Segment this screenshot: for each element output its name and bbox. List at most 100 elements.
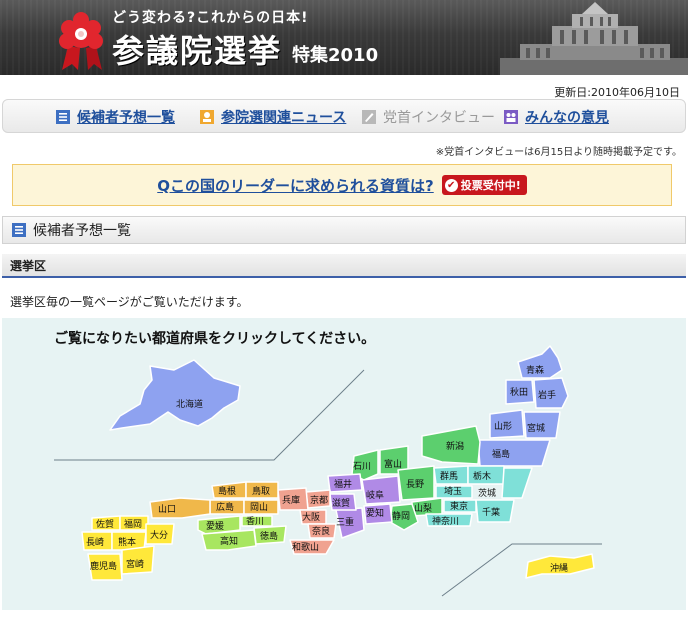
svg-text:香川: 香川 [246, 516, 264, 527]
svg-text:愛媛: 愛媛 [206, 520, 224, 532]
pref-okayama[interactable]: 岡山 [243, 499, 279, 515]
intro-text: 選挙区毎の一覧ページがご覧いただけます。 [10, 295, 249, 309]
nav-news-link[interactable]: 参院選関連ニュース [199, 108, 346, 126]
pref-kagoshima[interactable]: 鹿児島 [87, 553, 123, 581]
nav-opinion-label: みんなの意見 [525, 110, 609, 126]
svg-text:北海道: 北海道 [176, 398, 203, 410]
svg-text:栃木: 栃木 [473, 470, 491, 482]
pref-aomori[interactable]: 青森 [517, 345, 563, 379]
nav-opinion-link[interactable]: みんなの意見 [503, 108, 609, 126]
pref-saga[interactable]: 佐賀 [91, 515, 121, 531]
svg-text:福岡: 福岡 [124, 518, 142, 530]
banner-tagline: どう変わる?これからの日本! [112, 10, 309, 26]
svg-text:広島: 広島 [216, 501, 234, 513]
svg-text:東京: 東京 [450, 500, 468, 512]
banner-title: 参議院選挙 [112, 32, 283, 70]
svg-text:山口: 山口 [158, 504, 176, 515]
check-icon: ✔ [444, 178, 458, 192]
japan-map: 北海道 青森 秋田 岩手 山形 宮城 福島 新潟 石川 富山 長野 山梨 静岡 … [54, 345, 602, 597]
pref-osaka[interactable]: 大阪 [299, 509, 327, 525]
pref-shiga[interactable]: 滋賀 [329, 493, 357, 511]
pref-shimane[interactable]: 島根 [211, 481, 247, 499]
pref-kochi[interactable]: 高知 [201, 529, 257, 551]
news-icon [200, 110, 214, 124]
pref-hiroshima[interactable]: 広島 [209, 499, 245, 515]
vote-badge-label: 投票受付中! [460, 179, 521, 192]
pref-fukuoka[interactable]: 福岡 [119, 515, 149, 531]
pref-tochigi[interactable]: 栃木 [467, 465, 505, 485]
pref-yamagata[interactable]: 山形 [489, 409, 525, 439]
updated-date: 更新日:2010年06月10日 [554, 86, 680, 99]
interview-note: ※党首インタビューは6月15日より随時掲載予定です。 [435, 147, 682, 158]
svg-text:熊本: 熊本 [118, 536, 136, 548]
subsection-title: 選挙区 [10, 258, 47, 273]
svg-text:兵庫: 兵庫 [282, 494, 300, 506]
subsection-header: 選挙区 [2, 254, 686, 278]
pref-hokkaido[interactable]: 北海道 [109, 359, 241, 431]
pref-oita[interactable]: 大分 [145, 523, 175, 545]
pref-kanagawa[interactable]: 神奈川 [425, 513, 473, 527]
pref-fukui[interactable]: 福井 [327, 473, 363, 493]
vote-badge[interactable]: ✔ 投票受付中! [441, 175, 527, 195]
pref-fukushima[interactable]: 福島 [477, 439, 551, 467]
svg-text:新潟: 新潟 [446, 440, 464, 452]
svg-text:大阪: 大阪 [302, 511, 320, 523]
nav-candidates-label: 候補者予想一覧 [77, 110, 175, 126]
svg-text:青森: 青森 [526, 364, 544, 376]
svg-text:徳島: 徳島 [260, 530, 278, 542]
svg-text:大分: 大分 [150, 529, 168, 541]
diet-building-icon [500, 2, 688, 75]
pref-okinawa[interactable]: 沖縄 [525, 553, 595, 579]
pref-yamaguchi[interactable]: 山口 [149, 497, 211, 519]
main-nav: 候補者予想一覧 参院選関連ニュース 党首インタビュー みんなの意見 [2, 99, 686, 133]
svg-text:岐阜: 岐阜 [366, 489, 384, 501]
pref-kyoto[interactable]: 京都 [305, 489, 331, 509]
svg-text:群馬: 群馬 [440, 470, 458, 482]
pref-aichi[interactable]: 愛知 [363, 503, 393, 525]
svg-text:神奈川: 神奈川 [432, 515, 459, 527]
svg-text:和歌山: 和歌山 [292, 541, 319, 553]
question-link[interactable]: Qこの国のリーダーに求められる資質は? [157, 175, 433, 196]
svg-text:愛知: 愛知 [366, 507, 384, 519]
nav-candidates-link[interactable]: 候補者予想一覧 [55, 108, 175, 126]
svg-text:鳥取: 鳥取 [252, 485, 270, 497]
section-header: 候補者予想一覧 [2, 216, 686, 244]
svg-text:石川: 石川 [353, 462, 371, 472]
pref-niigata[interactable]: 新潟 [421, 425, 481, 465]
pref-tottori[interactable]: 鳥取 [245, 481, 279, 499]
site-banner: どう変わる?これからの日本! 参議院選挙 特集2010 [0, 0, 688, 75]
pref-akita[interactable]: 秋田 [505, 379, 535, 405]
pref-nara[interactable]: 奈良 [307, 523, 337, 539]
svg-text:宮崎: 宮崎 [126, 558, 144, 570]
pref-iwate[interactable]: 岩手 [533, 377, 569, 409]
nav-news-label: 参院選関連ニュース [221, 110, 347, 126]
pref-wakayama[interactable]: 和歌山 [289, 539, 335, 555]
pref-tokushima[interactable]: 徳島 [253, 525, 287, 545]
pref-gifu[interactable]: 岐阜 [361, 475, 401, 505]
svg-text:長崎: 長崎 [86, 536, 104, 548]
nav-interview-label: 党首インタビュー [383, 110, 495, 126]
svg-text:岡山: 岡山 [250, 502, 268, 513]
svg-text:千葉: 千葉 [482, 506, 500, 518]
pref-nagasaki[interactable]: 長崎 [81, 531, 113, 551]
svg-text:沖縄: 沖縄 [550, 562, 568, 574]
question-banner: Qこの国のリーダーに求められる資質は? ✔ 投票受付中! [12, 164, 672, 206]
svg-text:島根: 島根 [218, 485, 236, 497]
pref-shizuoka[interactable]: 静岡 [389, 503, 419, 531]
pref-miyagi[interactable]: 宮城 [523, 411, 561, 439]
opinion-icon [504, 110, 518, 124]
svg-text:秋田: 秋田 [510, 386, 528, 398]
pref-miyazaki[interactable]: 宮崎 [121, 545, 155, 575]
pref-saitama[interactable]: 埼玉 [435, 485, 473, 499]
svg-text:滋賀: 滋賀 [332, 497, 350, 509]
pref-gunma[interactable]: 群馬 [433, 465, 469, 485]
pref-tokyo[interactable]: 東京 [443, 499, 477, 513]
pref-kagawa[interactable]: 香川 [241, 515, 273, 527]
interview-icon [362, 110, 376, 124]
svg-text:富山: 富山 [384, 458, 402, 470]
pref-nagano[interactable]: 長野 [397, 465, 435, 501]
pref-hyogo[interactable]: 兵庫 [277, 487, 309, 511]
pref-mie[interactable]: 三重 [335, 507, 365, 539]
pref-chiba[interactable]: 千葉 [475, 499, 515, 523]
rosette-icon [59, 12, 103, 70]
